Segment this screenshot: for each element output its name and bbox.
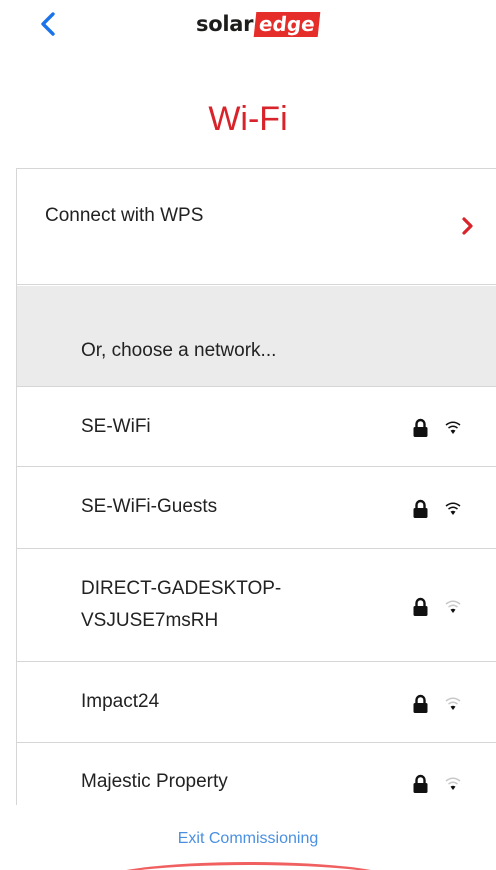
wifi-list: Connect with WPS Or, choose a network...…	[16, 168, 496, 805]
network-row[interactable]: Majestic Property	[17, 744, 496, 805]
lock-icon	[413, 418, 428, 437]
network-row[interactable]: SE-WiFi	[17, 388, 496, 467]
network-name: SE-WiFi-Guests	[81, 496, 218, 517]
wps-label: Connect with WPS	[45, 205, 204, 226]
network-row[interactable]: DIRECT-GADESKTOP-VSJUSE7msRH	[17, 550, 496, 662]
lock-icon	[413, 694, 428, 713]
network-row[interactable]: Impact24	[17, 663, 496, 743]
logo-text-edge: edge	[253, 11, 321, 37]
network-row[interactable]: SE-WiFi-Guests	[17, 468, 496, 549]
network-name: Majestic Property	[81, 771, 228, 792]
page-title: Wi-Fi	[208, 100, 288, 138]
lock-icon	[413, 774, 428, 793]
back-button[interactable]	[36, 8, 76, 44]
chevron-right-icon	[462, 217, 473, 235]
top-bar: solar edge	[0, 0, 496, 50]
wifi-weak-icon	[445, 697, 461, 710]
logo-text-solar: solar	[196, 12, 254, 36]
wifi-weak-icon	[445, 600, 461, 613]
network-name: DIRECT-GADESKTOP-VSJUSE7msRH	[81, 578, 282, 631]
choose-network-header: Or, choose a network...	[17, 286, 496, 387]
lock-icon	[413, 597, 428, 616]
choose-network-label: Or, choose a network...	[81, 340, 277, 361]
exit-commissioning-link[interactable]: Exit Commissioning	[0, 830, 496, 848]
lock-icon	[413, 499, 428, 518]
wifi-strong-icon	[445, 502, 461, 515]
network-name: SE-WiFi	[81, 416, 151, 437]
chevron-left-icon	[41, 12, 55, 36]
wifi-strong-icon	[445, 421, 461, 434]
network-name: Impact24	[81, 691, 160, 712]
wifi-weak-icon	[445, 777, 461, 790]
primary-button-edge[interactable]	[96, 862, 402, 870]
solaredge-logo: solar edge	[196, 10, 321, 38]
connect-wps-row[interactable]: Connect with WPS	[17, 169, 496, 285]
